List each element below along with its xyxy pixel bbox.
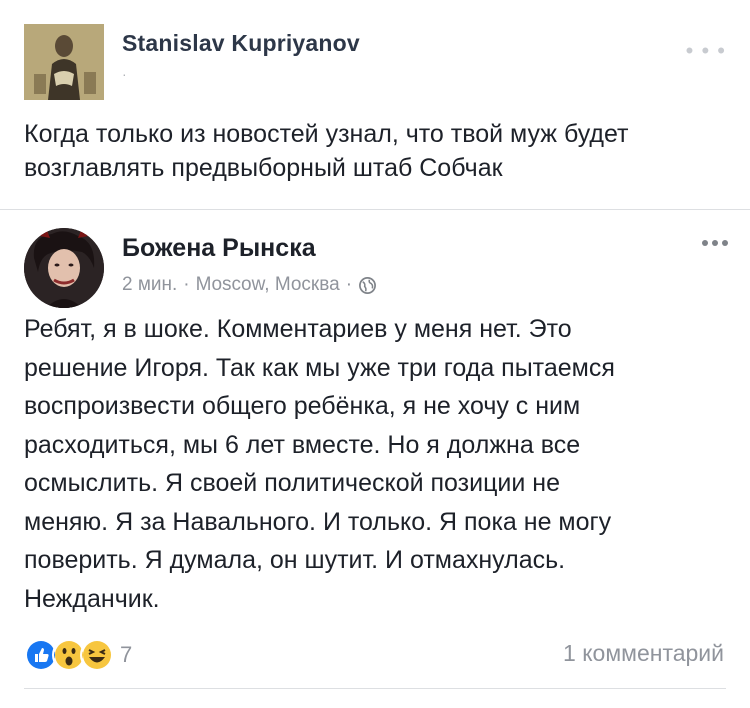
outer-post-text: Когда только из новостей узнал, что твой… [24, 120, 629, 182]
reactions-bar[interactable]: 7 [24, 638, 132, 672]
shared-more-options-icon[interactable] [702, 240, 728, 246]
reaction-count[interactable]: 7 [120, 642, 132, 668]
divider [24, 688, 726, 689]
comments-link[interactable]: 1 комментарий [563, 640, 724, 667]
meta-separator: · [183, 274, 190, 295]
shared-post-card: Божена Рынска 2 мин. · Moscow, Москва · … [0, 210, 750, 708]
outer-post-header: Stanislav Kupriyanov · • • • Когда тольк… [0, 0, 750, 210]
outer-author-avatar[interactable] [24, 24, 104, 100]
haha-icon [80, 638, 114, 672]
outer-more-options-icon[interactable]: • • • [686, 38, 726, 64]
post-location[interactable]: Moscow, Москва [196, 274, 340, 296]
shared-post-text: Ребят, я в шоке. Комментариев у меня нет… [24, 315, 615, 613]
shared-post-meta: 2 мин. · Moscow, Москва · [122, 274, 377, 296]
avatar-image [24, 228, 104, 308]
shared-author-name[interactable]: Божена Рынска [122, 234, 316, 263]
globe-icon[interactable] [358, 276, 377, 295]
outer-author-name[interactable]: Stanislav Kupriyanov [122, 30, 360, 57]
post-time[interactable]: 2 мин. [122, 274, 177, 296]
meta-separator: · [345, 274, 353, 295]
outer-post-meta: · [122, 66, 127, 82]
shared-author-avatar[interactable] [24, 228, 104, 308]
avatar-image [24, 24, 104, 100]
